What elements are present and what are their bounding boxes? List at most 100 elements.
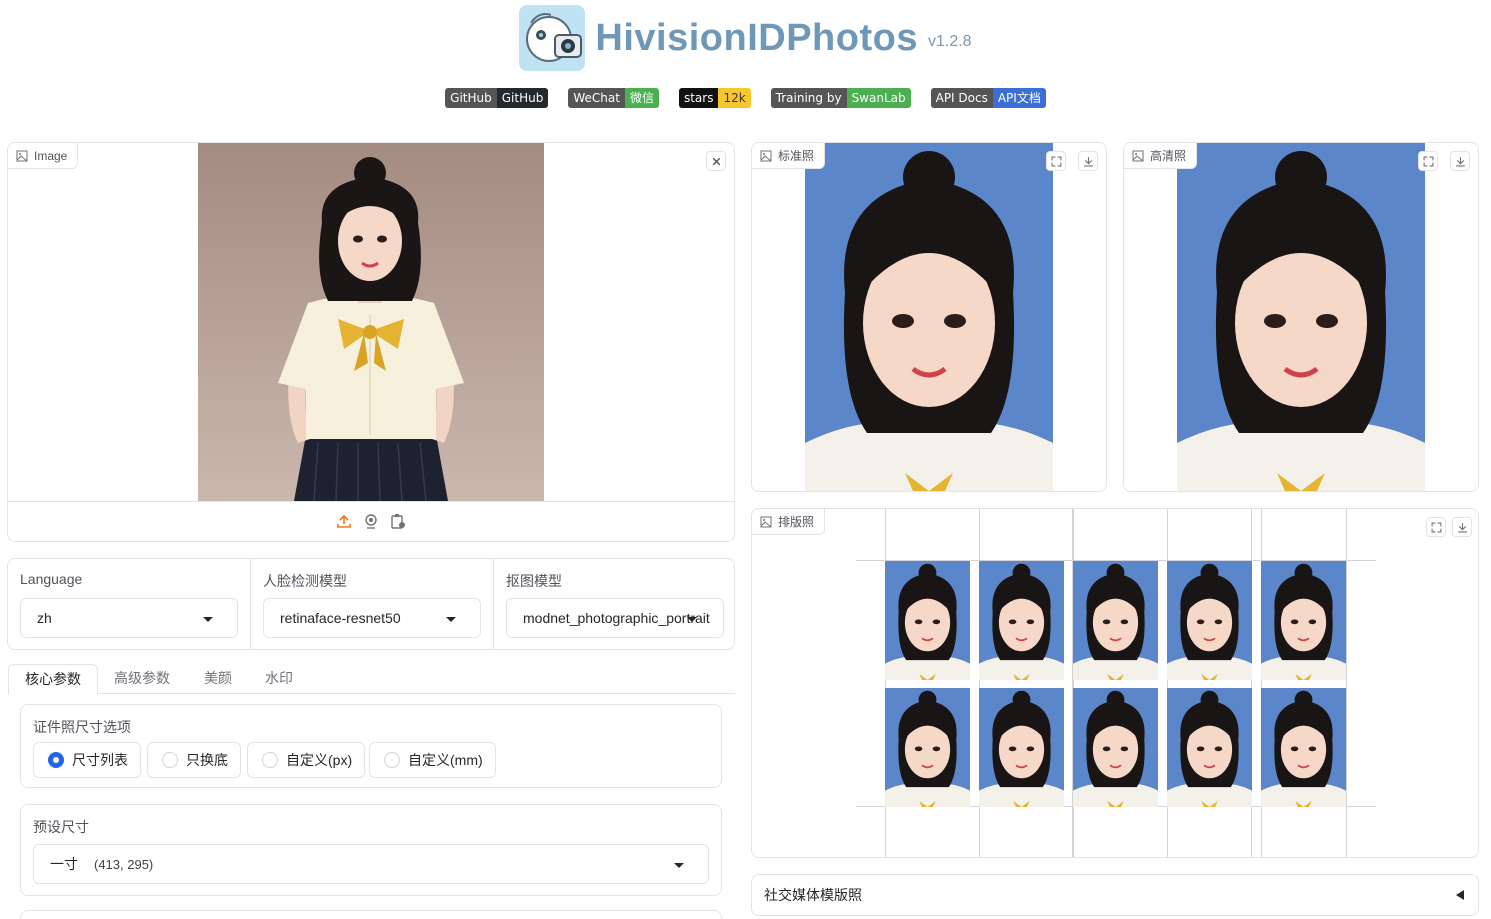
guide-line-vertical	[1346, 509, 1347, 857]
badge-right-text: 12k	[718, 88, 751, 108]
paste-button[interactable]	[390, 513, 406, 529]
download-icon	[1457, 522, 1467, 532]
size-options-block: 证件照尺寸选项 尺寸列表 只换底 自定义(px) 自定义(mm)	[20, 704, 722, 788]
layout-id-photo	[1167, 688, 1252, 807]
chevron-down-icon	[674, 863, 684, 868]
layout-id-photo	[1073, 688, 1158, 807]
layout-id-photo	[885, 688, 970, 807]
image-icon	[1132, 150, 1144, 161]
input-photo	[198, 143, 544, 501]
fullscreen-button[interactable]	[1418, 151, 1438, 171]
chevron-down-icon	[203, 617, 213, 622]
badge-left-text: WeChat	[568, 88, 625, 108]
layout-photo-label-text: 排版照	[778, 515, 815, 529]
face-model-dropdown[interactable]: retinaface-resnet50	[263, 598, 481, 638]
badge-row: GitHub GitHub WeChat 微信 stars 12k Training by S…	[0, 88, 1491, 108]
tab-advanced-params[interactable]: 高级参数	[98, 664, 186, 694]
badge-right-text: 微信	[624, 88, 659, 108]
matting-model-cell: 抠图模型 modnet_photographic_portrait	[494, 559, 734, 649]
clipboard-icon	[391, 514, 405, 529]
preset-size-dropdown[interactable]: 一寸 (413, 295)	[33, 844, 709, 884]
badge-left-text: stars	[678, 88, 719, 108]
tab-beauty[interactable]: 美颜	[188, 664, 248, 694]
input-image-label: Image	[8, 143, 79, 169]
hd-photo-label-text: 高清照	[1150, 149, 1187, 163]
badge-wechat[interactable]: WeChat 微信	[568, 88, 659, 108]
radio-unchecked-icon	[162, 752, 178, 768]
expand-icon	[1431, 522, 1441, 532]
download-icon	[1455, 156, 1465, 166]
size-options-label: 证件照尺寸选项	[33, 719, 131, 735]
badge-stars[interactable]: stars 12k	[678, 88, 751, 108]
image-icon	[760, 150, 772, 161]
badge-api-docs[interactable]: API Docs API文档	[930, 88, 1046, 108]
expand-icon	[1423, 156, 1433, 166]
hd-photo-image	[1177, 143, 1425, 491]
badge-github[interactable]: GitHub GitHub	[445, 88, 549, 108]
radio-checked-icon	[48, 752, 64, 768]
radio-label: 自定义(mm)	[408, 752, 483, 768]
matting-model-label: 抠图模型	[506, 573, 562, 589]
radio-unchecked-icon	[262, 752, 278, 768]
radio-size-list[interactable]: 尺寸列表	[33, 742, 141, 778]
upload-button[interactable]	[336, 513, 352, 529]
badge-right-text: SwanLab	[846, 88, 911, 108]
layout-id-photo	[1261, 561, 1346, 680]
language-dropdown[interactable]: zh	[20, 598, 238, 638]
standard-photo-image	[805, 143, 1053, 491]
settings-tabs: 核心参数 高级参数 美颜 水印	[8, 664, 735, 695]
standard-photo-label-text: 标准照	[778, 149, 815, 163]
radio-only-background[interactable]: 只换底	[147, 742, 241, 778]
badge-left-text: API Docs	[930, 88, 993, 108]
chevron-down-icon	[446, 617, 456, 622]
close-icon	[712, 157, 720, 165]
social-media-accordion[interactable]: 社交媒体模版照	[751, 874, 1479, 916]
language-label: Language	[20, 571, 83, 587]
upload-icon	[337, 514, 351, 528]
input-image-label-text: Image	[34, 148, 68, 163]
download-button[interactable]	[1078, 151, 1098, 171]
hd-photo-label: 高清照	[1124, 143, 1198, 169]
caret-left-icon	[1456, 890, 1464, 900]
standard-photo-panel: 标准照	[751, 142, 1107, 492]
standard-photo-label: 标准照	[752, 143, 826, 169]
badge-right-text: GitHub	[496, 88, 549, 108]
webcam-button[interactable]	[363, 513, 379, 529]
image-icon	[16, 150, 28, 161]
radio-unchecked-icon	[384, 752, 400, 768]
download-button[interactable]	[1450, 151, 1470, 171]
app-logo	[519, 5, 586, 71]
face-model-cell: 人脸检测模型 retinaface-resnet50	[251, 559, 494, 649]
radio-label: 尺寸列表	[72, 752, 128, 768]
input-image-panel[interactable]: Image	[7, 142, 735, 542]
app-version: v1.2.8	[927, 33, 972, 50]
clear-image-button[interactable]	[706, 151, 726, 171]
tab-core-params[interactable]: 核心参数	[8, 664, 98, 695]
layout-id-photo	[885, 561, 970, 680]
next-block	[20, 910, 722, 919]
preset-size-block: 预设尺寸 一寸 (413, 295)	[20, 804, 722, 896]
download-button[interactable]	[1452, 517, 1472, 537]
hd-photo-panel: 高清照	[1123, 142, 1479, 492]
image-icon	[760, 516, 772, 527]
layout-photo-label: 排版照	[752, 509, 826, 535]
tab-watermark[interactable]: 水印	[249, 664, 309, 694]
layout-id-photo	[1167, 561, 1252, 680]
fullscreen-button[interactable]	[1426, 517, 1446, 537]
radio-label: 自定义(px)	[286, 752, 353, 768]
radio-custom-mm[interactable]: 自定义(mm)	[369, 742, 496, 778]
fullscreen-button[interactable]	[1046, 151, 1066, 171]
layout-sheet	[856, 509, 1376, 857]
model-settings-row: Language zh 人脸检测模型 retinaface-resnet50 抠…	[7, 558, 735, 650]
badge-training-by[interactable]: Training by SwanLab	[770, 88, 911, 108]
face-model-label: 人脸检测模型	[263, 573, 347, 589]
radio-custom-px[interactable]: 自定义(px)	[247, 742, 366, 778]
layout-id-photo	[979, 561, 1064, 680]
radio-label: 只换底	[186, 752, 228, 768]
matting-model-value: modnet_photographic_portrait	[523, 610, 710, 626]
matting-model-dropdown[interactable]: modnet_photographic_portrait	[506, 598, 724, 638]
badge-right-text: API文档	[992, 88, 1046, 108]
layout-id-photo	[979, 688, 1064, 807]
chevron-down-icon	[687, 617, 697, 622]
preset-size-value: 一寸	[50, 856, 78, 872]
